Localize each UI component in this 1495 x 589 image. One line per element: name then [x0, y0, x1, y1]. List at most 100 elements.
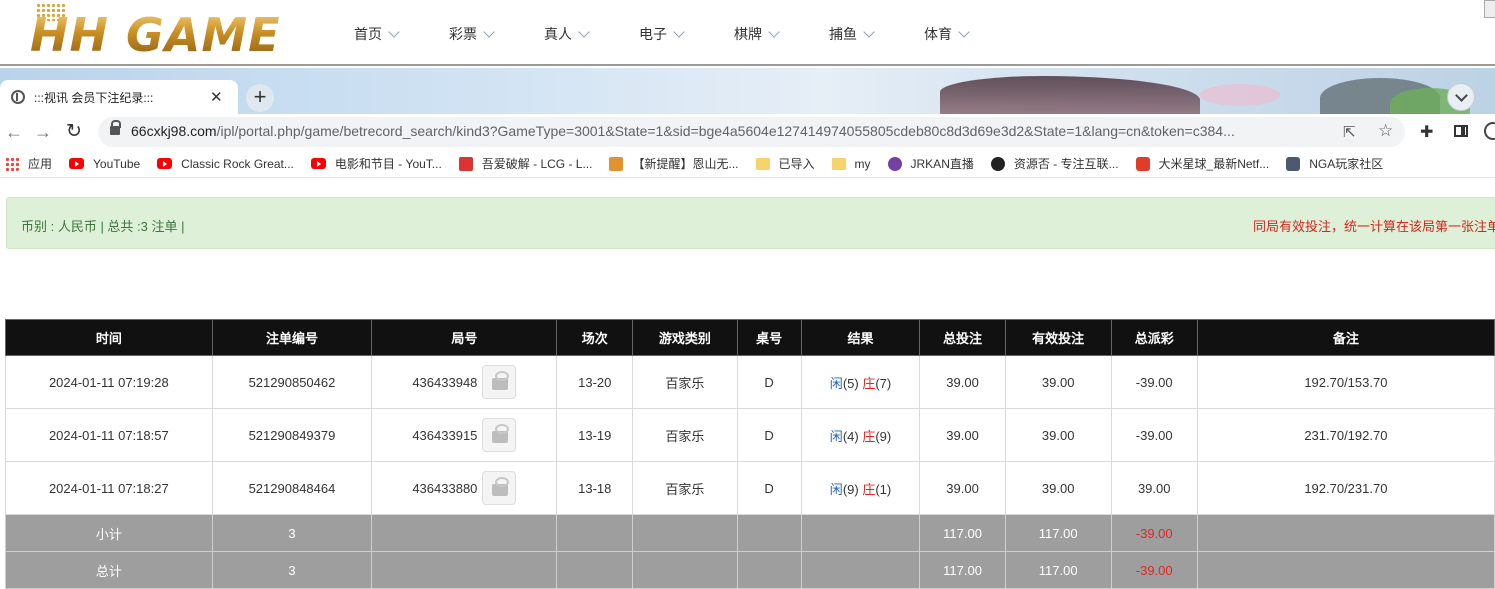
summary-text: 币别 : 人民币 | 总共 :3 注单 |: [21, 219, 185, 234]
nav-slots[interactable]: 电子: [639, 24, 685, 44]
subtotal-label: 小计: [5, 514, 213, 552]
new-tab-button[interactable]: +: [246, 84, 274, 112]
globe-icon: [11, 90, 25, 104]
column-header: 总投注: [919, 319, 1006, 356]
column-header: 游戏类别: [632, 319, 738, 356]
cell-time: 2024-01-11 07:19:28: [5, 355, 213, 409]
cell-session: 13-20: [556, 355, 634, 409]
cell-total-bet[interactable]: 39.00: [919, 355, 1006, 409]
nav-label: 真人: [544, 26, 572, 42]
background-decoration: [1200, 84, 1280, 106]
video-replay-icon[interactable]: [482, 471, 517, 505]
cell-note: 192.70/153.70: [1196, 355, 1495, 409]
bookmark-youtube[interactable]: YouTube: [69, 157, 140, 171]
player-label: 闲: [829, 375, 843, 391]
nav-home[interactable]: 首页: [354, 24, 400, 44]
player-score: (5): [842, 375, 859, 391]
chevron-down-icon: [483, 26, 495, 38]
nav-fishing[interactable]: 捕鱼: [829, 24, 875, 44]
nav-label: 首页: [354, 26, 382, 42]
bookmark-resource[interactable]: 资源否 - 专注互联...: [990, 155, 1119, 172]
bookmark-nga[interactable]: NGA玩家社区: [1286, 155, 1383, 172]
puzzle-extension-icon[interactable]: ✚: [1420, 122, 1433, 142]
empty-cell: [736, 551, 802, 589]
bookmark-label: NGA玩家社区: [1309, 157, 1384, 171]
empty-cell: [1196, 551, 1495, 589]
bookmark-apps[interactable]: 应用: [0, 155, 52, 172]
player-score: (4): [842, 428, 859, 444]
cell-valid-bet: 39.00: [1004, 408, 1112, 462]
cell-total-bet[interactable]: 39.00: [919, 408, 1006, 462]
column-header: 有效投注: [1004, 319, 1112, 356]
bookmark-52pojie[interactable]: 吾爱破解 - LCG - L...: [458, 155, 592, 172]
folder-icon: [831, 157, 846, 170]
cell-payout: -39.00: [1110, 355, 1198, 409]
site-header: HH GAME 首页 彩票 真人 电子 棋牌 捕鱼 体育: [0, 0, 1495, 66]
lock-icon[interactable]: [110, 120, 121, 135]
back-arrow-icon[interactable]: ←: [5, 121, 23, 143]
url-path: /ipl/portal.php/game/betrecord_search/ki…: [216, 123, 1235, 139]
round-number: 436433948: [412, 374, 478, 390]
column-header: 场次: [556, 319, 634, 356]
cell-result: 闲(9) 庄(1): [800, 461, 921, 515]
browser-tabstrip: :::视讯 会员下注纪录::: ✕ +: [0, 68, 1495, 114]
bookmark-my[interactable]: my: [831, 157, 871, 171]
browser-tab-active[interactable]: :::视讯 会员下注纪录::: ✕: [0, 80, 238, 114]
column-header: 总派彩: [1110, 319, 1198, 356]
cell-result: 闲(4) 庄(9): [800, 408, 921, 462]
cell-bet-id: 521290849379: [211, 408, 373, 462]
empty-cell: [800, 514, 921, 552]
total-label: 总计: [5, 551, 213, 589]
site-nav: 首页 彩票 真人 电子 棋牌 捕鱼 体育: [354, 24, 1019, 44]
close-icon[interactable]: ✕: [210, 88, 223, 106]
share-icon[interactable]: ⇱: [1343, 123, 1356, 141]
bookmark-right[interactable]: 【新提醒】恩山无...: [609, 155, 739, 172]
cell-game: 百家乐: [632, 355, 738, 409]
bookmark-movies[interactable]: 电影和节目 - YouT...: [310, 155, 442, 172]
bookmarks-bar: 应用 YouTube Classic Rock Great... 电影和节目 -…: [0, 150, 1495, 178]
nav-cards[interactable]: 棋牌: [734, 24, 780, 44]
round-number: 436433880: [412, 480, 478, 496]
notice-text: 同局有效投注，统一计算在该局第一张注单: [1253, 219, 1495, 234]
subtotal-count: 3: [211, 514, 373, 552]
star-icon[interactable]: ☆: [1378, 121, 1393, 141]
subtotal-total-bet: 117.00: [919, 514, 1006, 552]
bookmark-classic-rock[interactable]: Classic Rock Great...: [157, 157, 294, 171]
nav-sports[interactable]: 体育: [924, 24, 970, 44]
site-icon: [458, 156, 473, 171]
window-minimize-button[interactable]: [1484, 0, 1495, 18]
chevron-down-icon: [768, 26, 780, 38]
youtube-icon: [310, 158, 326, 169]
total-valid-bet: 117.00: [1004, 551, 1112, 589]
empty-cell: [632, 514, 738, 552]
nav-lottery[interactable]: 彩票: [449, 24, 495, 44]
tab-search-button[interactable]: [1447, 83, 1475, 111]
cell-table: D: [736, 355, 802, 409]
video-replay-icon[interactable]: [482, 418, 517, 452]
empty-cell: [632, 551, 738, 589]
nav-live[interactable]: 真人: [544, 24, 590, 44]
site-logo[interactable]: HH GAME: [30, 3, 300, 63]
banker-label: 庄: [862, 375, 876, 391]
folder-icon: [755, 157, 770, 170]
bookmark-imported[interactable]: 已导入: [755, 155, 815, 172]
column-header: 注单编号: [211, 319, 373, 356]
address-bar[interactable]: 66cxkj98.com/ipl/portal.php/game/betreco…: [98, 117, 1405, 147]
cell-valid-bet: 39.00: [1004, 461, 1112, 515]
forward-arrow-icon[interactable]: →: [34, 121, 52, 143]
cell-round: 436433880: [371, 461, 558, 515]
url-text[interactable]: 66cxkj98.com/ipl/portal.php/game/betreco…: [131, 123, 1311, 139]
chevron-down-icon: [578, 26, 590, 38]
bookmark-jrkan[interactable]: JRKAN直播: [887, 155, 974, 172]
screen: HH GAME 首页 彩票 真人 电子 棋牌 捕鱼 体育 :::视讯 会员下注纪…: [0, 0, 1495, 589]
cell-game: 百家乐: [632, 461, 738, 515]
side-panel-icon[interactable]: [1454, 125, 1468, 137]
video-replay-icon[interactable]: [482, 365, 517, 399]
profile-avatar-icon[interactable]: [1484, 122, 1495, 140]
bookmark-dami[interactable]: 大米星球_最新Netf...: [1135, 155, 1269, 172]
bet-record-table: 时间 注单编号 局号 场次 游戏类别 桌号 结果 总投注 有效投注 总派彩 备注…: [5, 319, 1495, 589]
reload-icon[interactable]: ↻: [66, 121, 82, 143]
nav-label: 电子: [639, 26, 667, 42]
browser-toolbar: ← → ↻ 66cxkj98.com/ipl/portal.php/game/b…: [0, 114, 1495, 150]
cell-total-bet[interactable]: 39.00: [919, 461, 1006, 515]
